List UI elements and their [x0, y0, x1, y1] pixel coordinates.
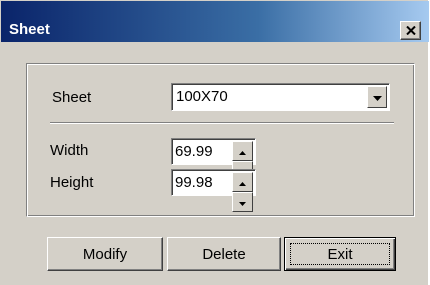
close-icon: [405, 26, 416, 35]
focus-rectangle: [290, 243, 390, 265]
height-spinbox[interactable]: 99.98: [171, 169, 256, 212]
sheet-combobox[interactable]: 100X70: [171, 83, 390, 111]
arrow-up-icon: [239, 142, 246, 160]
height-label: Height: [50, 174, 94, 191]
height-increment-button[interactable]: [232, 172, 253, 192]
width-value: 69.99: [175, 143, 213, 160]
sheet-dialog: Sheet Sheet 100X70 Width 69.99 Height 99…: [0, 0, 429, 285]
chevron-down-icon: [372, 88, 382, 106]
width-spinbox[interactable]: 69.99: [171, 138, 256, 181]
title-bar[interactable]: Sheet: [1, 1, 429, 42]
delete-button[interactable]: Delete: [167, 237, 281, 271]
height-value: 99.98: [175, 174, 213, 191]
modify-button[interactable]: Modify: [47, 237, 163, 271]
arrow-up-icon: [239, 173, 246, 191]
close-button[interactable]: [400, 21, 421, 40]
width-label: Width: [50, 142, 89, 159]
delete-button-label: Delete: [202, 245, 246, 263]
exit-button[interactable]: Exit: [284, 237, 396, 271]
height-spin-buttons: [232, 172, 253, 212]
height-decrement-button[interactable]: [232, 192, 253, 212]
modify-button-label: Modify: [82, 245, 128, 263]
width-increment-button[interactable]: [232, 141, 253, 161]
sheet-dropdown-button[interactable]: [367, 86, 387, 108]
sheet-combobox-value: 100X70: [176, 88, 228, 105]
window-title: Sheet: [9, 21, 50, 38]
separator: [50, 122, 394, 124]
arrow-down-icon: [239, 193, 246, 211]
sheet-label: Sheet: [52, 89, 92, 106]
width-spin-buttons: [232, 141, 253, 181]
